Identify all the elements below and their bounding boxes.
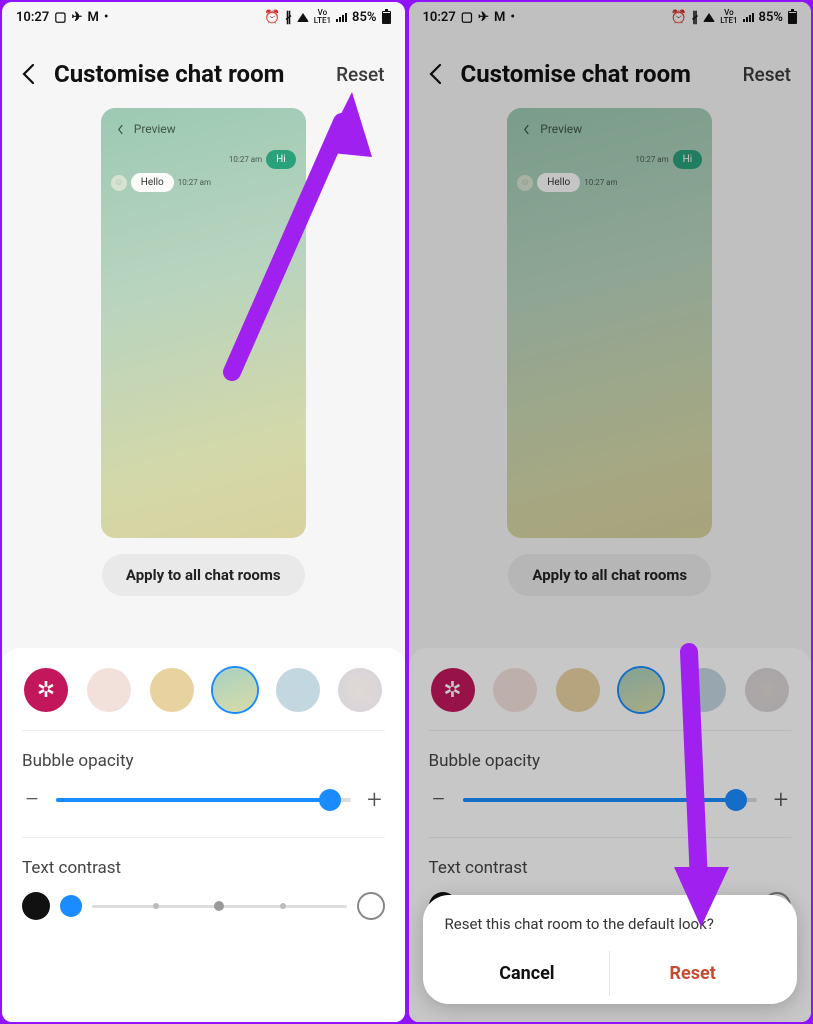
message-out: Hi: [673, 150, 703, 169]
contrast-light-icon: [357, 892, 385, 920]
opacity-slider[interactable]: − +: [429, 785, 792, 815]
gmail-icon: M: [87, 10, 98, 25]
swatch-color-3[interactable]: [619, 668, 663, 712]
chevron-left-icon: [21, 63, 35, 85]
opacity-slider[interactable]: − +: [22, 785, 385, 815]
reset-button[interactable]: Reset: [336, 63, 384, 86]
swatch-color-5[interactable]: [338, 668, 382, 712]
gmail-icon: M: [494, 10, 505, 25]
back-button[interactable]: [423, 62, 447, 86]
plus-icon[interactable]: +: [771, 785, 791, 815]
chat-preview: Preview 10:27 am Hi ☺ Hello 10:27 am: [101, 108, 306, 538]
background-swatches: ✲: [429, 664, 792, 731]
chevron-left-icon: [523, 124, 530, 135]
chevron-left-icon: [428, 63, 442, 85]
alarm-icon: ⏰: [671, 10, 687, 25]
timestamp: 10:27 am: [635, 155, 668, 164]
signal-icon: [336, 13, 347, 22]
message-out: Hi: [266, 150, 296, 169]
battery-pct: 85%: [352, 10, 376, 25]
timestamp: 10:27 am: [229, 155, 262, 164]
contrast-label: Text contrast: [429, 858, 792, 878]
plus-icon[interactable]: +: [365, 785, 385, 815]
contrast-label: Text contrast: [22, 858, 385, 878]
wifi-icon: [703, 13, 715, 22]
message-in: Hello: [537, 173, 580, 192]
timestamp: 10:27 am: [584, 178, 617, 187]
dialog-cancel-button[interactable]: Cancel: [445, 951, 611, 996]
status-time: 10:27: [423, 10, 456, 25]
page-title: Customise chat room: [461, 60, 743, 88]
swatch-custom[interactable]: ✲: [24, 668, 68, 712]
page-header: Customise chat room Reset: [409, 32, 812, 108]
screenshot-right: 10:27 ▢ ✈ M • ⏰ ∦ Vo LTE1 85% Customise …: [407, 0, 813, 1024]
avatar-icon: ☺: [111, 175, 127, 191]
signal-icon: [743, 13, 754, 22]
bluetooth-icon: ∦: [285, 10, 292, 25]
opacity-label: Bubble opacity: [429, 751, 792, 771]
apply-all-button[interactable]: Apply to all chat rooms: [508, 554, 711, 596]
photo-icon: ▢: [54, 10, 66, 25]
reset-button[interactable]: Reset: [743, 63, 791, 86]
bluetooth-icon: ∦: [692, 10, 699, 25]
minus-icon[interactable]: −: [429, 785, 449, 815]
telegram-icon: ✈: [478, 10, 489, 25]
page-header: Customise chat room Reset: [2, 32, 405, 108]
swatch-custom[interactable]: ✲: [431, 668, 475, 712]
volte-indicator: Vo LTE1: [720, 9, 737, 25]
back-button[interactable]: [16, 62, 40, 86]
message-in: Hello: [131, 173, 174, 192]
status-time: 10:27: [16, 10, 49, 25]
background-swatches: ✲: [22, 664, 385, 731]
contrast-thumb[interactable]: [60, 895, 82, 917]
screenshot-left: 10:27 ▢ ✈ M • ⏰ ∦ Vo LTE1 85% Customise …: [0, 0, 407, 1024]
avatar-icon: ☺: [517, 175, 533, 191]
page-title: Customise chat room: [54, 60, 336, 88]
status-bar: 10:27 ▢ ✈ M • ⏰ ∦ Vo LTE1 85%: [409, 2, 812, 32]
reset-dialog: Reset this chat room to the default look…: [423, 895, 798, 1004]
preview-label: Preview: [134, 122, 176, 136]
battery-icon: [788, 11, 797, 24]
minus-icon[interactable]: −: [22, 785, 42, 815]
battery-pct: 85%: [759, 10, 783, 25]
timestamp: 10:27 am: [178, 178, 211, 187]
preview-label: Preview: [540, 122, 582, 136]
battery-icon: [382, 11, 391, 24]
contrast-slider[interactable]: [22, 892, 385, 920]
swatch-color-2[interactable]: [150, 668, 194, 712]
apply-all-button[interactable]: Apply to all chat rooms: [102, 554, 305, 596]
volte-indicator: Vo LTE1: [314, 9, 331, 25]
dialog-message: Reset this chat room to the default look…: [445, 915, 776, 933]
dialog-reset-button[interactable]: Reset: [610, 951, 775, 996]
swatch-color-2[interactable]: [556, 668, 600, 712]
swatch-color-4[interactable]: [276, 668, 320, 712]
photo-icon: ▢: [461, 10, 473, 25]
swatch-color-1[interactable]: [493, 668, 537, 712]
customise-panel: ✲ Bubble opacity − + Text contrast: [2, 648, 405, 1022]
wifi-icon: [297, 13, 309, 22]
status-bar: 10:27 ▢ ✈ M • ⏰ ∦ Vo LTE1 85%: [2, 2, 405, 32]
alarm-icon: ⏰: [264, 10, 280, 25]
swatch-color-1[interactable]: [87, 668, 131, 712]
telegram-icon: ✈: [72, 10, 83, 25]
more-icon: •: [104, 10, 109, 25]
swatch-color-4[interactable]: [682, 668, 726, 712]
opacity-label: Bubble opacity: [22, 751, 385, 771]
swatch-color-3[interactable]: [213, 668, 257, 712]
contrast-dark-icon: [22, 892, 50, 920]
chat-preview: Preview 10:27 am Hi ☺ Hello 10:27 am: [507, 108, 712, 538]
more-icon: •: [510, 10, 515, 25]
swatch-color-5[interactable]: [745, 668, 789, 712]
chevron-left-icon: [117, 124, 124, 135]
